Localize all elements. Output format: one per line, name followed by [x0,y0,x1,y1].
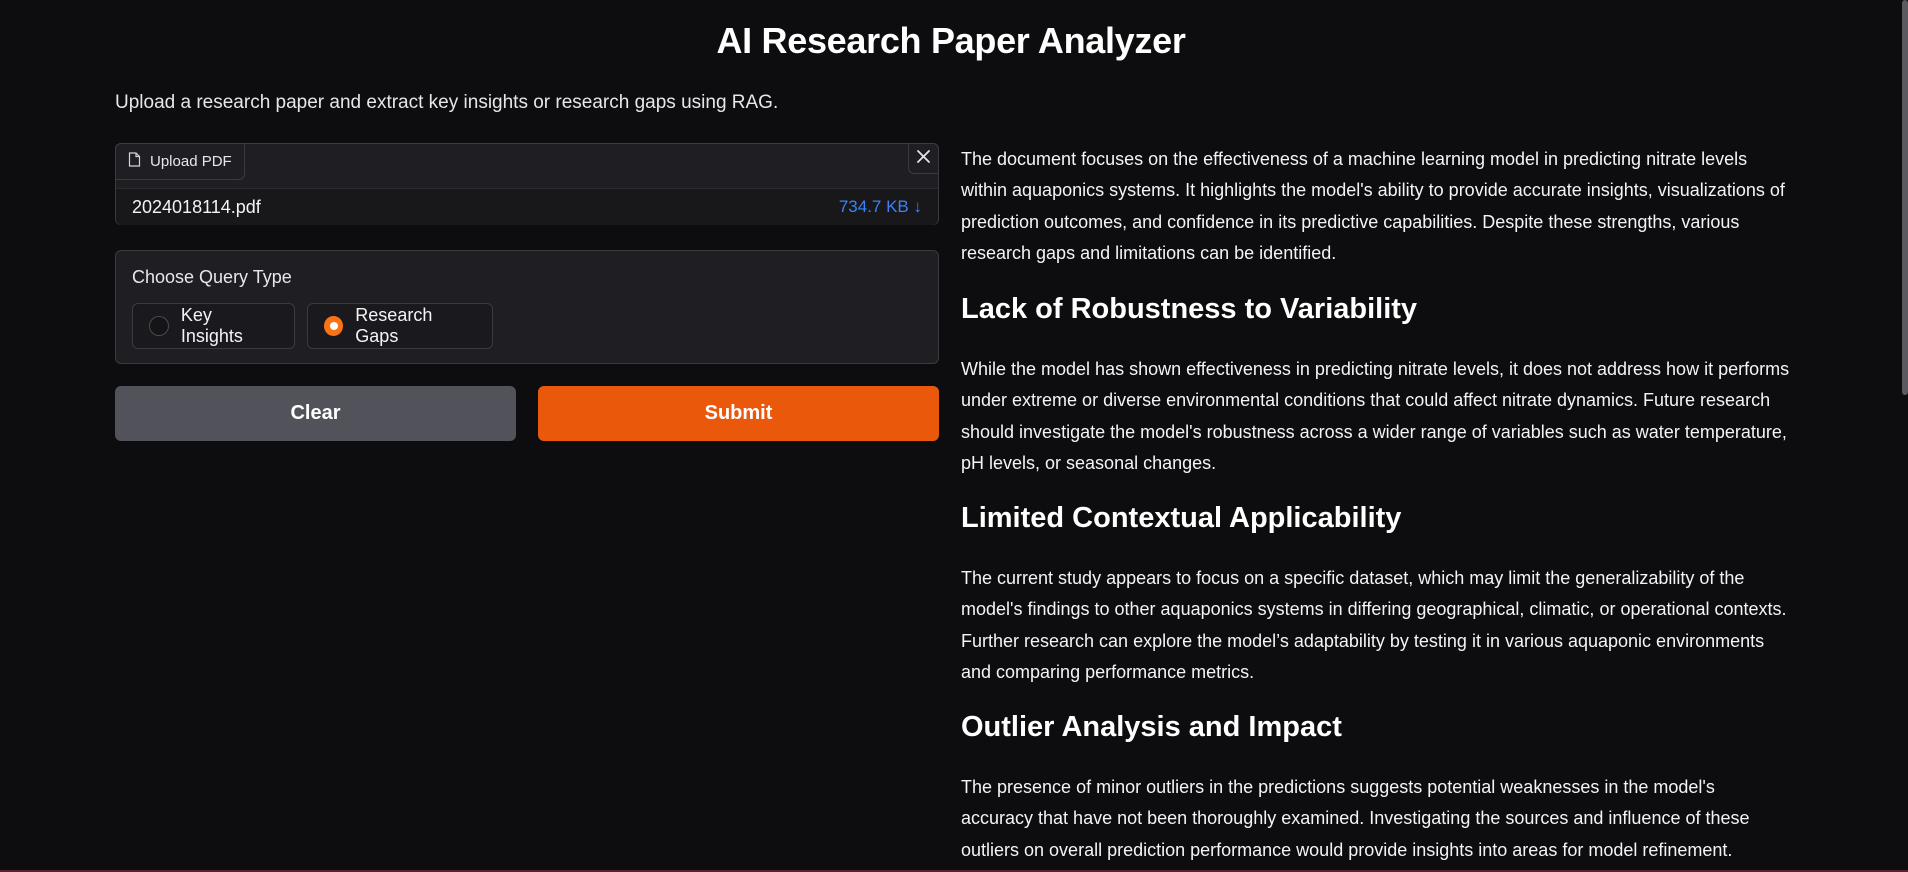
section-body: While the model has shown effectiveness … [961,359,1790,473]
file-upload[interactable]: Upload PDF 2024018114.pdf 734.7 KB ↓ [115,143,939,225]
radio-unchecked-icon [149,316,169,336]
radio-label: Key Insights [180,305,243,346]
page-title: AI Research Paper Analyzer [716,20,1186,61]
app-page: AI Research Paper Analyzer Upload a rese… [0,0,1908,872]
radio-label: Research Gaps [355,305,433,346]
upload-pdf-text: Upload PDF [150,153,232,170]
uploaded-file-row: 2024018114.pdf 734.7 KB ↓ [116,188,938,225]
submit-button[interactable]: Submit [538,386,939,441]
query-type-group: Choose Query Type Key Insights Research … [115,250,939,364]
file-icon [128,152,141,171]
page-scrollbar[interactable] [1902,0,1908,395]
section-body: The presence of minor outliers in the pr… [961,777,1750,860]
file-download-link[interactable]: 734.7 KB ↓ [839,197,922,217]
query-type-label: Choose Query Type [132,267,292,287]
radio-checked-icon [324,316,344,336]
file-name: 2024018114.pdf [132,196,261,217]
page-description: Upload a research paper and extract key … [115,92,779,113]
section-heading: Lack of Robustness to Variability [961,293,1418,325]
close-icon [916,149,931,169]
radio-research-gaps[interactable]: Research Gaps [307,303,493,349]
radio-key-insights[interactable]: Key Insights [132,303,295,349]
section-heading: Outlier Analysis and Impact [961,711,1342,743]
upload-pdf-label: Upload PDF [115,143,245,180]
section-heading: Limited Contextual Applicability [961,502,1402,534]
clear-button[interactable]: Clear [115,386,516,441]
section-body: The current study appears to focus on a … [961,568,1787,682]
clear-file-button[interactable] [908,143,939,174]
output-intro: The document focuses on the effectivenes… [961,149,1785,263]
